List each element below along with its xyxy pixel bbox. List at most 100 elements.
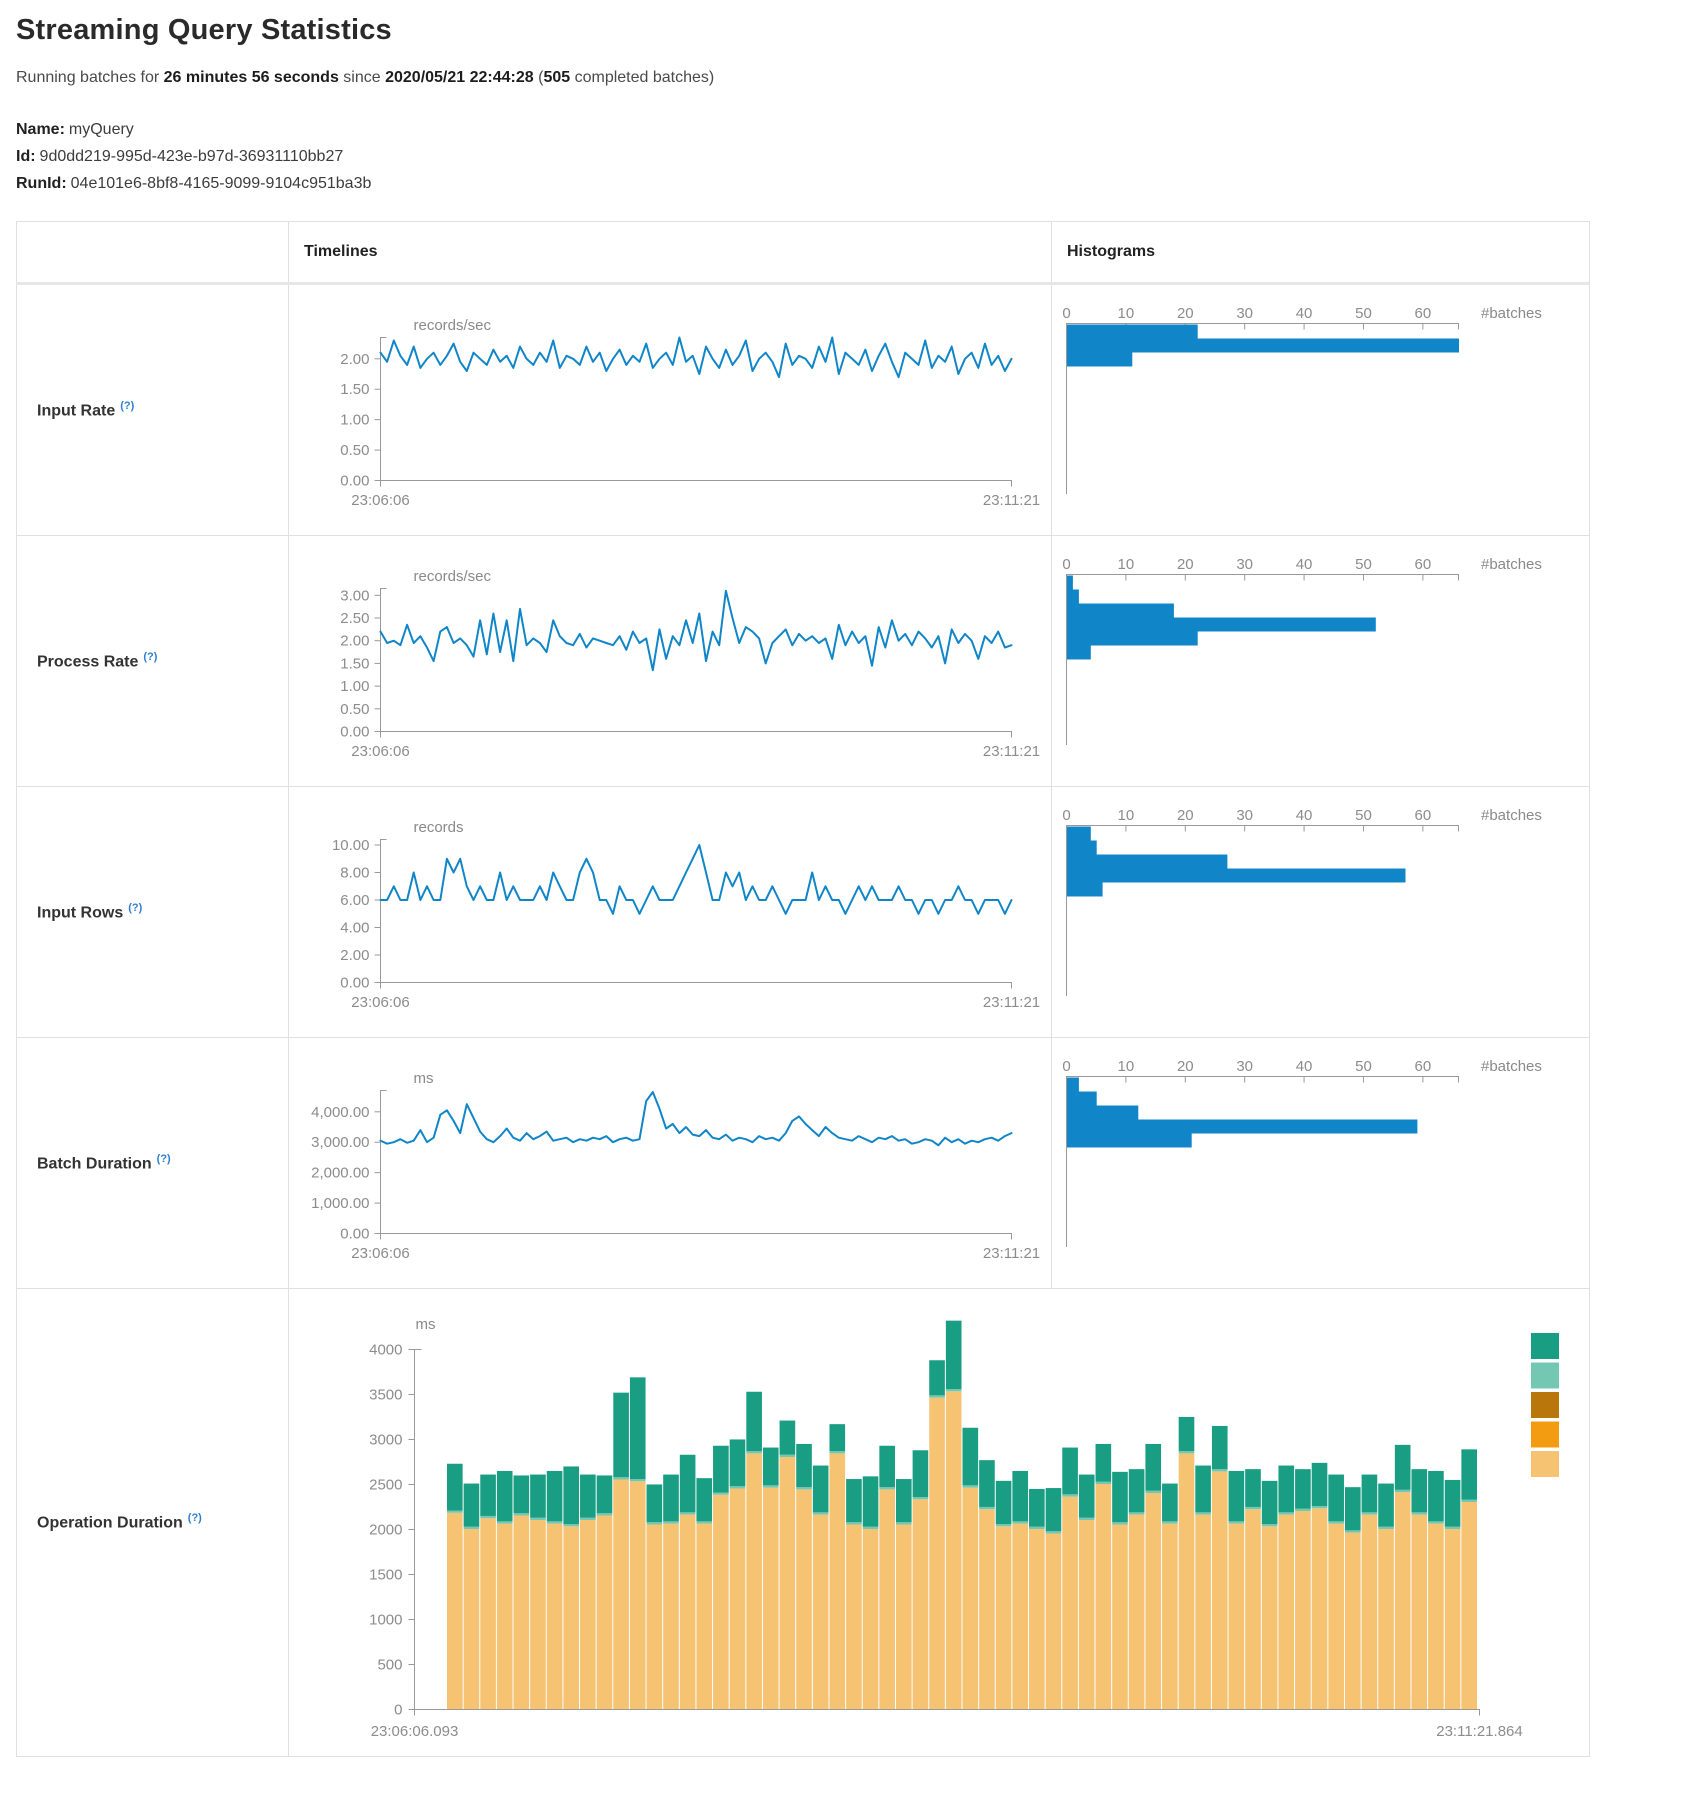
svg-text:60: 60 — [1415, 556, 1432, 573]
input-rows-label: Input Rows — [37, 904, 123, 921]
svg-text:30: 30 — [1236, 305, 1253, 322]
svg-text:60: 60 — [1415, 1058, 1432, 1075]
process-rate-histogram-chart: #batches0102030405060 — [1052, 536, 1589, 786]
svg-text:23:11:21: 23:11:21 — [983, 994, 1040, 1011]
operation-duration-label: Operation Duration — [37, 1515, 183, 1532]
input-rate-timeline-chart: records/sec2.001.501.000.500.0023:06:062… — [289, 285, 1051, 535]
statistics-table: Timelines Histograms Input Rate (?) recor… — [16, 221, 1590, 1757]
svg-text:1,000.00: 1,000.00 — [311, 1195, 369, 1212]
svg-text:4000: 4000 — [369, 1342, 402, 1359]
operation-duration-chart: ms4000350030002500200015001000500023:06:… — [289, 1289, 1589, 1755]
batch-duration-label: Batch Duration — [37, 1155, 152, 1172]
header-histograms: Histograms — [1052, 222, 1590, 284]
svg-text:50: 50 — [1355, 1058, 1372, 1075]
paren-open: ( — [534, 69, 544, 86]
process-rate-label: Process Rate — [37, 653, 138, 670]
svg-text:20: 20 — [1177, 1058, 1194, 1075]
svg-text:23:11:21: 23:11:21 — [983, 492, 1040, 509]
completed-batches-count: 505 — [543, 69, 570, 86]
svg-text:1.00: 1.00 — [340, 412, 369, 429]
svg-text:ms: ms — [416, 1316, 436, 1333]
svg-text:0.00: 0.00 — [340, 724, 369, 741]
svg-text:20: 20 — [1177, 556, 1194, 573]
svg-text:1.00: 1.00 — [340, 678, 369, 695]
operation-duration-label-cell: Operation Duration (?) — [17, 1289, 289, 1757]
operation-duration-help-icon[interactable]: (?) — [188, 1512, 202, 1524]
svg-text:500: 500 — [377, 1657, 402, 1674]
process-rate-label-cell: Process Rate (?) — [17, 536, 289, 787]
table-row-process-rate: Process Rate (?) records/sec 3.00 2.50 2.00 1… — [17, 536, 1590, 787]
svg-text:0: 0 — [1062, 305, 1070, 322]
page-title: Streaming Query Statistics — [16, 14, 1679, 47]
input-rate-histogram-cell: #batches0102030405060 — [1052, 284, 1590, 536]
query-id-label: Id: — [16, 148, 36, 165]
input-rows-help-icon[interactable]: (?) — [128, 902, 142, 914]
input-rate-histogram-chart: #batches0102030405060 — [1052, 285, 1589, 535]
svg-text:2.00: 2.00 — [340, 633, 369, 650]
query-name-label: Name: — [16, 121, 65, 138]
input-rows-timeline-cell: records10.008.006.004.002.000.0023:06:06… — [289, 787, 1052, 1038]
input-rate-label-cell: Input Rate (?) — [17, 284, 289, 536]
svg-text:3.00: 3.00 — [340, 587, 369, 604]
svg-text:2.50: 2.50 — [340, 610, 369, 627]
svg-text:23:06:06.093: 23:06:06.093 — [371, 1723, 459, 1740]
svg-text:50: 50 — [1355, 556, 1372, 573]
query-runid-label: RunId: — [16, 175, 67, 192]
svg-text:0.00: 0.00 — [340, 975, 369, 992]
svg-text:23:11:21.864: 23:11:21.864 — [1436, 1723, 1522, 1740]
svg-text:23:11:21: 23:11:21 — [983, 1245, 1040, 1262]
svg-text:2000: 2000 — [369, 1522, 402, 1539]
running-prefix: Running batches for — [16, 69, 164, 86]
svg-text:0.50: 0.50 — [340, 701, 369, 718]
query-name-value: myQuery — [69, 121, 134, 138]
batch-duration-histogram-cell: #batches0102030405060 — [1052, 1038, 1590, 1289]
input-rate-label: Input Rate — [37, 402, 115, 419]
svg-text:1.50: 1.50 — [340, 381, 369, 398]
svg-text:2.00: 2.00 — [340, 947, 369, 964]
query-id-line: Id:9d0dd219-995d-423e-b97d-36931110bb27 — [16, 148, 1679, 166]
query-name-line: Name:myQuery — [16, 121, 1679, 139]
svg-text:30: 30 — [1236, 556, 1253, 573]
svg-text:#batches: #batches — [1481, 1058, 1542, 1075]
table-row-batch-duration: Batch Duration (?) ms 4,000.00 3,000.00 2,00… — [17, 1038, 1590, 1289]
process-rate-timeline-chart: records/sec3.002.502.001.501.000.500.002… — [289, 536, 1051, 786]
query-id-value: 9d0dd219-995d-423e-b97d-36931110bb27 — [40, 148, 344, 165]
svg-text:0.00: 0.00 — [340, 473, 369, 490]
table-row-input-rows: Input Rows(?) records10.008.006.004.002.… — [17, 787, 1590, 1038]
svg-text:30: 30 — [1236, 1058, 1253, 1075]
svg-text:2,000.00: 2,000.00 — [311, 1165, 369, 1182]
svg-text:40: 40 — [1296, 556, 1313, 573]
header-timelines: Timelines — [289, 222, 1052, 284]
svg-text:10: 10 — [1118, 556, 1135, 573]
header-empty-cell — [17, 222, 289, 284]
svg-text:8.00: 8.00 — [340, 865, 369, 882]
svg-text:0: 0 — [394, 1702, 402, 1719]
batch-duration-timeline-chart: ms4,000.003,000.002,000.001,000.000.0023… — [289, 1038, 1051, 1288]
svg-text:2.00: 2.00 — [340, 351, 369, 368]
svg-text:10: 10 — [1118, 807, 1135, 824]
svg-text:23:06:06: 23:06:06 — [351, 994, 409, 1011]
svg-text:3000: 3000 — [369, 1432, 402, 1449]
svg-text:50: 50 — [1355, 305, 1372, 322]
svg-text:records/sec: records/sec — [414, 568, 492, 585]
process-rate-histogram-cell: #batches0102030405060 — [1052, 536, 1590, 787]
svg-text:3,000.00: 3,000.00 — [311, 1134, 369, 1151]
input-rate-timeline-cell: records/sec2.001.501.000.500.0023:06:062… — [289, 284, 1052, 536]
batch-duration-label-cell: Batch Duration (?) — [17, 1038, 289, 1289]
svg-text:1500: 1500 — [369, 1567, 402, 1584]
table-header-row: Timelines Histograms — [17, 222, 1590, 284]
svg-text:ms: ms — [414, 1070, 434, 1087]
svg-text:20: 20 — [1177, 305, 1194, 322]
svg-text:0.50: 0.50 — [340, 442, 369, 459]
process-rate-help-icon[interactable]: (?) — [143, 651, 157, 663]
svg-text:40: 40 — [1296, 807, 1313, 824]
input-rate-help-icon[interactable]: (?) — [120, 400, 134, 412]
batch-duration-help-icon[interactable]: (?) — [157, 1153, 171, 1165]
start-time: 2020/05/21 22:44:28 — [385, 69, 534, 86]
input-rows-histogram-chart: #batches0102030405060 — [1052, 787, 1589, 1037]
svg-text:50: 50 — [1355, 807, 1372, 824]
input-rows-histogram-cell: #batches0102030405060 — [1052, 787, 1590, 1038]
operation-duration-chart-cell: ms4000350030002500200015001000500023:06:… — [289, 1289, 1590, 1757]
svg-text:6.00: 6.00 — [340, 892, 369, 909]
svg-text:4,000.00: 4,000.00 — [311, 1104, 369, 1121]
